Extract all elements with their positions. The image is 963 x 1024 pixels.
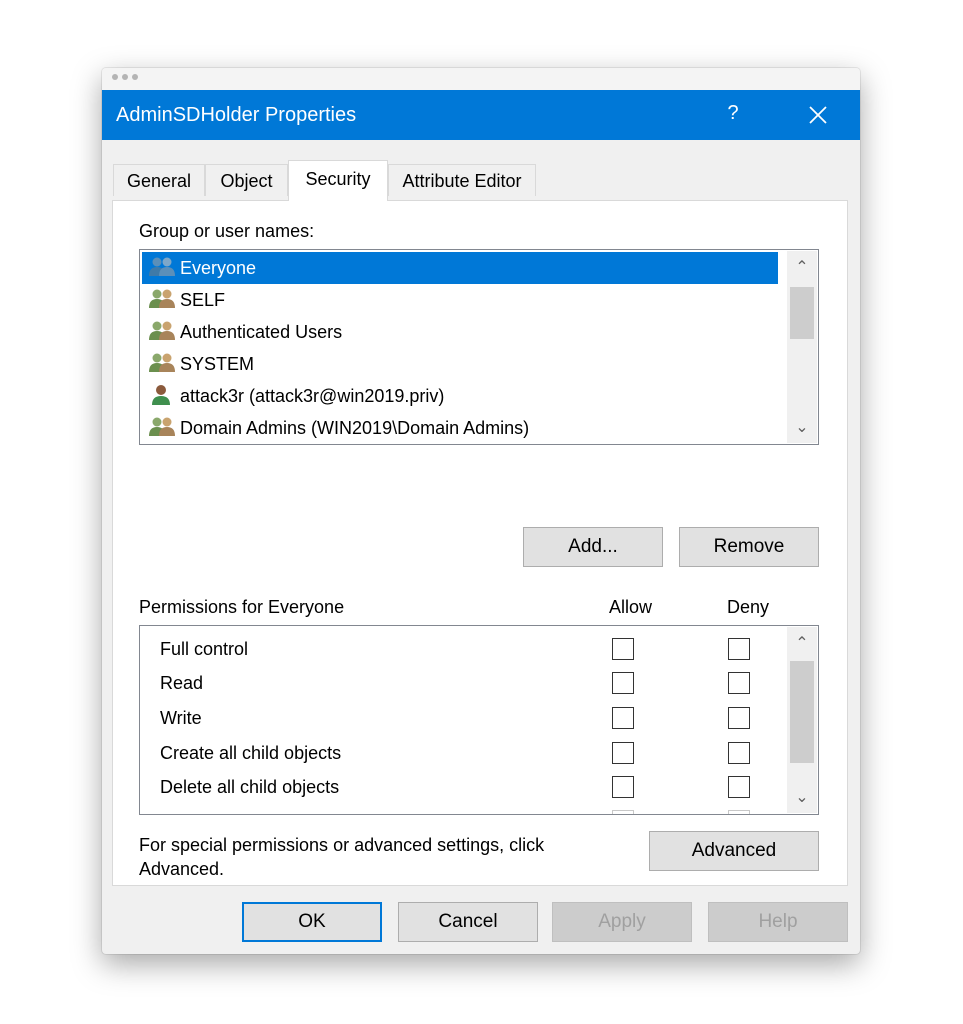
deny-checkbox[interactable]: [728, 776, 750, 798]
list-item[interactable]: SELF: [148, 284, 784, 316]
scroll-thumb[interactable]: [790, 661, 814, 763]
list-item[interactable]: attack3r (attack3r@win2019.priv): [148, 380, 784, 412]
allow-column-header: Allow: [609, 597, 653, 617]
close-icon: [809, 106, 827, 124]
permission-name: Write: [160, 708, 202, 728]
window-title: AdminSDHolder Properties: [116, 104, 357, 126]
allow-checkbox[interactable]: [612, 707, 634, 729]
window-frame-strip: [102, 68, 860, 90]
scroll-up-icon[interactable]: ⌃: [787, 253, 817, 283]
tab-general[interactable]: General: [113, 164, 205, 196]
advanced-button[interactable]: Advanced: [649, 831, 819, 871]
scroll-up-icon[interactable]: ⌃: [787, 629, 817, 659]
scroll-down-icon[interactable]: ⌄: [787, 783, 817, 813]
permissions-scrollbar[interactable]: ⌃ ⌄: [787, 627, 817, 813]
group-icon: [148, 352, 176, 374]
principal-name: SYSTEM: [180, 354, 255, 374]
permission-name: Read: [160, 673, 204, 693]
group-icon: [148, 320, 176, 342]
list-item[interactable]: Authenticated Users: [148, 316, 784, 348]
title-bar: AdminSDHolder Properties ?: [102, 90, 860, 140]
remove-button[interactable]: Remove: [679, 527, 819, 567]
permission-name: Full control: [160, 639, 249, 659]
permission-name: Delete all child objects: [160, 777, 340, 797]
window-dots-icon: [112, 74, 138, 80]
security-panel: Group or user names: Everyone SELF Authe…: [112, 200, 848, 886]
add-button[interactable]: Add...: [523, 527, 663, 567]
principals-list[interactable]: Everyone SELF Authenticated Users SYSTEM: [139, 249, 819, 445]
tab-security[interactable]: Security: [288, 160, 388, 201]
allow-checkbox[interactable]: [612, 742, 634, 764]
help-button[interactable]: Help: [708, 902, 848, 942]
permissions-list: Full control Read Write Create all child…: [139, 625, 819, 815]
group-icon: [148, 416, 176, 438]
tab-attribute-editor[interactable]: Attribute Editor: [388, 164, 536, 196]
scroll-thumb[interactable]: [790, 287, 814, 339]
principals-scrollbar[interactable]: ⌃ ⌄: [787, 251, 817, 443]
group-icon: [148, 288, 176, 310]
advanced-hint-text: For special permissions or advanced sett…: [139, 833, 544, 881]
principal-name: Authenticated Users: [180, 322, 343, 342]
advanced-hint-line-1: For special permissions or advanced sett…: [139, 835, 545, 855]
ok-button[interactable]: OK: [242, 902, 382, 942]
principal-name: attack3r (attack3r@win2019.priv): [180, 386, 445, 406]
help-title-button[interactable]: ?: [718, 102, 748, 128]
allow-checkbox[interactable]: [612, 776, 634, 798]
principal-name: SELF: [180, 290, 226, 310]
scroll-down-icon[interactable]: ⌄: [787, 413, 817, 443]
permission-name: Create all child objects: [160, 743, 342, 763]
close-button[interactable]: [798, 98, 838, 132]
allow-checkbox-partial: [612, 810, 634, 814]
deny-checkbox[interactable]: [728, 638, 750, 660]
deny-checkbox[interactable]: [728, 742, 750, 764]
apply-button[interactable]: Apply: [552, 902, 692, 942]
group-icon: [148, 256, 176, 278]
deny-checkbox[interactable]: [728, 672, 750, 694]
allow-checkbox[interactable]: [612, 672, 634, 694]
list-item[interactable]: SYSTEM: [148, 348, 784, 380]
cancel-button[interactable]: Cancel: [398, 902, 538, 942]
principal-name: Everyone: [180, 258, 257, 278]
user-icon: [148, 384, 176, 406]
permissions-for-label: Permissions for Everyone: [139, 597, 345, 617]
tab-object[interactable]: Object: [205, 164, 288, 196]
properties-dialog: AdminSDHolder Properties ? General Objec…: [102, 68, 860, 954]
advanced-hint-line-2: Advanced.: [139, 859, 225, 879]
list-item[interactable]: Everyone: [142, 252, 778, 284]
principal-name: Domain Admins (WIN2019\Domain Admins): [180, 418, 530, 438]
allow-checkbox[interactable]: [612, 638, 634, 660]
deny-checkbox-partial: [728, 810, 750, 814]
deny-column-header: Deny: [727, 597, 770, 617]
group-names-label: Group or user names:: [139, 221, 315, 241]
deny-checkbox[interactable]: [728, 707, 750, 729]
list-item[interactable]: Domain Admins (WIN2019\Domain Admins): [148, 412, 784, 444]
